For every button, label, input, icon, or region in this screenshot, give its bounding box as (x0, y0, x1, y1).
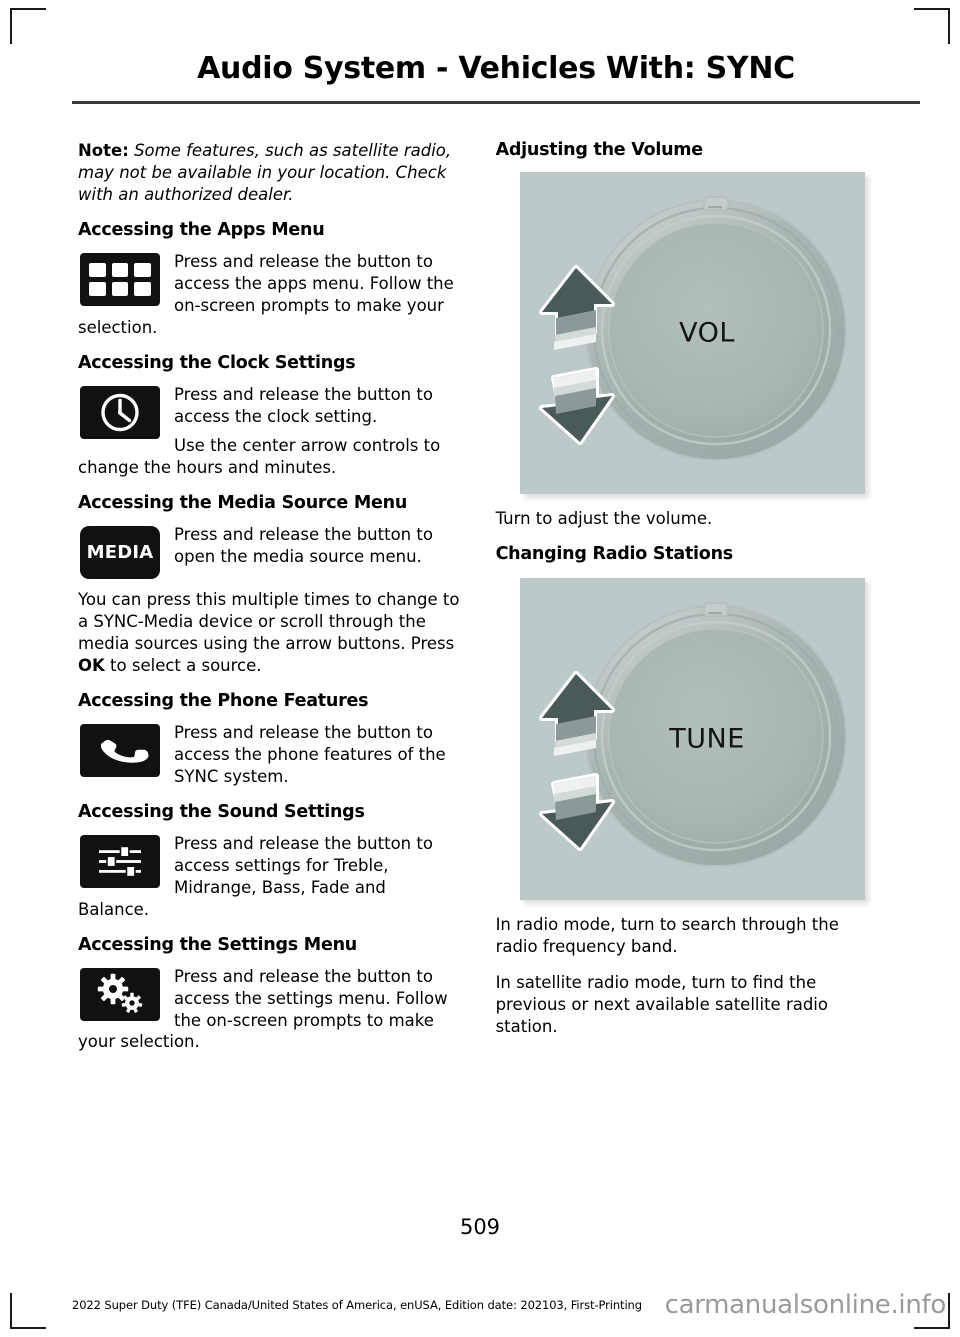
gears-icon-glyph (97, 973, 143, 1013)
settings-menu-block: Press and release the button to access t… (78, 966, 461, 1062)
left-column: Note: Some features, such as satellite r… (78, 140, 461, 1067)
crop-mark-bottom-left (10, 1293, 46, 1329)
heading-adjusting-volume: Adjusting the Volume (495, 140, 704, 160)
clock-settings-block: Press and release the button to access t… (78, 384, 461, 488)
gears-icon (80, 967, 160, 1021)
right-column: Adjusting the Volume VOL Turn to adjust … (496, 140, 882, 1067)
sound-sliders-icon (80, 834, 160, 888)
volume-knob-label: VOL (679, 317, 735, 349)
phone-icon-glyph (100, 739, 149, 763)
heading-changing-radio-stations: Changing Radio Stations (495, 543, 734, 564)
site-watermark: carmanualsonline.info (664, 1290, 947, 1320)
volume-knob-figure: VOL (519, 172, 865, 494)
media-text-pre: You can press this multiple times to cha… (78, 590, 460, 654)
heading-clock-settings: Accessing the Clock Settings (78, 352, 356, 373)
note-label: Note: (78, 141, 129, 160)
crop-mark-top-left (10, 8, 46, 44)
sound-settings-block: Press and release the button to access s… (78, 833, 461, 929)
heading-sound-settings: Accessing the Sound Settings (78, 801, 365, 822)
title-divider (72, 101, 920, 104)
media-source-block: MEDIA Press and release the button to op… (78, 524, 461, 583)
apps-menu-block: Press and release the button to access t… (78, 251, 461, 347)
media-text-post: to select a source. (104, 656, 262, 676)
media-button-label: MEDIA (86, 542, 154, 564)
heading-media-source-menu: Accessing the Media Source Menu (78, 493, 408, 514)
volume-caption: Turn to adjust the volume. (495, 509, 713, 528)
radio-caption-1: In radio mode, turn to search through th… (495, 914, 839, 956)
heading-phone-features: Accessing the Phone Features (78, 691, 369, 712)
tune-knob-label: TUNE (669, 723, 745, 755)
note-text: Some features, such as satellite radio, … (78, 141, 452, 204)
clock-icon (80, 385, 160, 439)
note-paragraph: Note: Some features, such as satellite r… (78, 140, 461, 206)
phone-features-block: Press and release the button to access t… (78, 722, 461, 796)
page-number: 509 (459, 1215, 501, 1239)
page-title: Audio System - Vehicles With: SYNC (197, 51, 795, 86)
apps-grid-icon (80, 252, 160, 306)
clock-icon-glyph (101, 393, 139, 431)
sound-sliders-icon-glyph (99, 845, 141, 878)
heading-settings-menu: Accessing the Settings Menu (78, 934, 358, 955)
edition-info: 2022 Super Duty (TFE) Canada/United Stat… (72, 1298, 642, 1312)
radio-caption-2: In satellite radio mode, turn to find th… (495, 972, 828, 1036)
media-source-text-2: You can press this multiple times to cha… (78, 589, 461, 677)
phone-icon (80, 724, 160, 778)
ok-button-reference: OK (78, 656, 105, 676)
clock-settings-text-2: Use the center arrow controls to change … (78, 436, 441, 478)
tune-knob-figure: TUNE (519, 577, 865, 900)
crop-mark-top-right (914, 8, 950, 44)
heading-apps-menu: Accessing the Apps Menu (78, 219, 325, 240)
content-columns: Note: Some features, such as satellite r… (0, 140, 960, 1067)
page-header: Audio System - Vehicles With: SYNC (72, 52, 920, 104)
media-button-icon: MEDIA (80, 526, 160, 580)
